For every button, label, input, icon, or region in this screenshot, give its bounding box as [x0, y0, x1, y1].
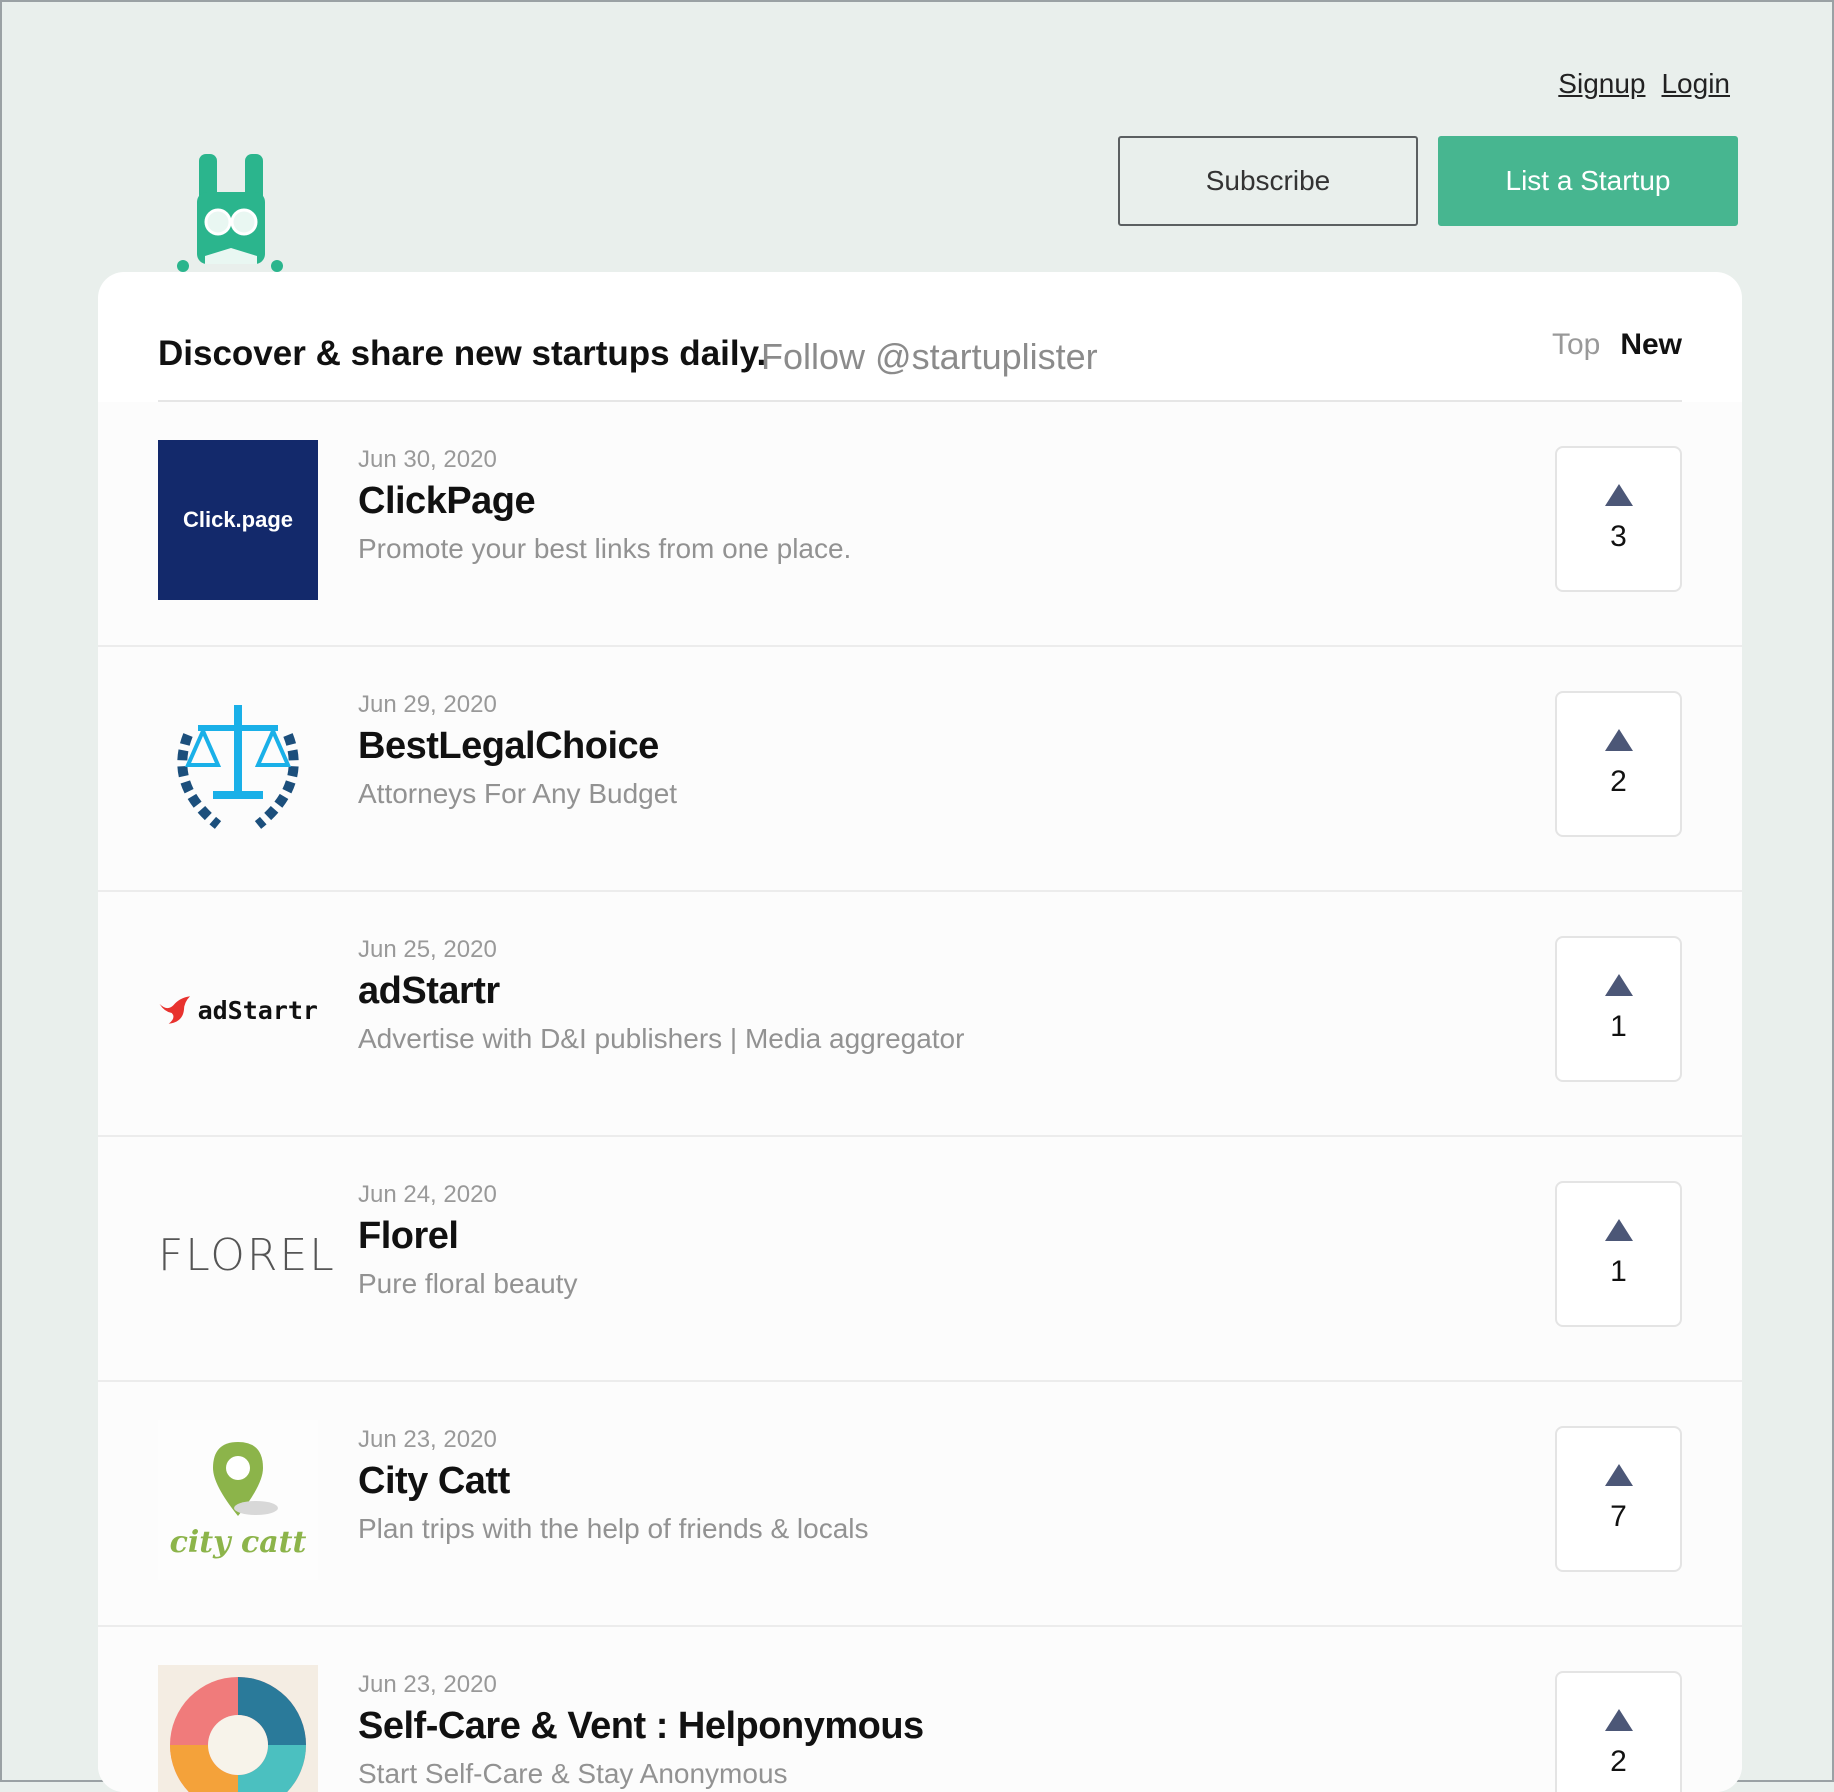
vote-count: 3: [1610, 520, 1627, 553]
vote-count: 1: [1610, 1010, 1627, 1043]
upvote-arrow-icon: [1604, 1709, 1633, 1731]
startup-name[interactable]: Self-Care & Vent : Helponymous: [358, 1705, 924, 1748]
post-date: Jun 29, 2020: [358, 691, 497, 718]
startup-name[interactable]: Florel: [358, 1215, 459, 1258]
upvote-arrow-icon: [1604, 1464, 1633, 1486]
rabbit-mascot-icon[interactable]: [175, 152, 285, 272]
upvote-button[interactable]: 1: [1555, 1181, 1682, 1327]
startup-row[interactable]: Click.page Jun 30, 2020 ClickPage Promot…: [98, 402, 1742, 647]
adstartr-logo: adStartr: [158, 930, 318, 1090]
florel-logo: FLOREL: [158, 1175, 334, 1335]
tab-new[interactable]: New: [1620, 328, 1682, 362]
follow-link[interactable]: Follow @startuplister: [761, 336, 1098, 378]
startup-description: Plan trips with the help of friends & lo…: [358, 1513, 869, 1544]
startup-row[interactable]: city catt Jun 23, 2020 City Catt Plan tr…: [98, 1382, 1742, 1627]
post-date: Jun 24, 2020: [358, 1181, 497, 1208]
lifebuoy-logo: [158, 1665, 318, 1792]
city-catt-logo: city catt: [158, 1420, 318, 1580]
startup-row[interactable]: adStartr Jun 25, 2020 adStartr Advertise…: [98, 892, 1742, 1137]
scales-logo: [177, 705, 299, 829]
startup-name[interactable]: City Catt: [358, 1460, 510, 1503]
startup-name[interactable]: adStartr: [358, 970, 500, 1013]
startup-description: Advertise with D&I publishers | Media ag…: [358, 1023, 965, 1054]
upvote-arrow-icon: [1604, 1219, 1633, 1241]
signup-link[interactable]: Signup: [1558, 68, 1645, 100]
upvote-button[interactable]: 7: [1555, 1426, 1682, 1572]
list-startup-button[interactable]: List a Startup: [1438, 136, 1738, 226]
bird-icon: [159, 996, 191, 1024]
upvote-arrow-icon: [1604, 484, 1633, 506]
adstartr-logo-text: adStartr: [197, 995, 318, 1025]
sort-tabs: Top New: [1552, 328, 1682, 362]
post-date: Jun 23, 2020: [358, 1426, 497, 1453]
post-date: Jun 30, 2020: [358, 446, 497, 473]
startup-description: Attorneys For Any Budget: [358, 778, 678, 809]
upvote-button[interactable]: 3: [1555, 446, 1682, 592]
auth-links: Signup Login: [1558, 68, 1730, 100]
tagline: Discover & share new startups daily.: [158, 334, 767, 373]
vote-count: 1: [1610, 1255, 1627, 1288]
startup-row[interactable]: Jun 23, 2020 Self-Care & Vent : Helponym…: [98, 1627, 1742, 1792]
upvote-button[interactable]: 2: [1555, 691, 1682, 837]
login-link[interactable]: Login: [1661, 68, 1730, 100]
vote-count: 2: [1610, 765, 1627, 798]
tab-top[interactable]: Top: [1552, 328, 1600, 362]
click-page-logo: Click.page: [158, 440, 318, 600]
upvote-arrow-icon: [1604, 729, 1633, 751]
upvote-button[interactable]: 1: [1555, 936, 1682, 1082]
post-date: Jun 25, 2020: [358, 936, 497, 963]
click-page-logo-text: Click.page: [182, 507, 294, 532]
vote-count: 7: [1610, 1500, 1627, 1533]
city-catt-logo-text: city catt: [170, 1525, 307, 1560]
upvote-button[interactable]: 2: [1555, 1671, 1682, 1792]
startup-name[interactable]: BestLegalChoice: [358, 725, 659, 768]
startup-description: Start Self-Care & Stay Anonymous: [358, 1758, 788, 1789]
subscribe-button[interactable]: Subscribe: [1118, 136, 1418, 226]
startup-description: Pure floral beauty: [358, 1268, 578, 1299]
vote-count: 2: [1610, 1745, 1627, 1778]
post-date: Jun 23, 2020: [358, 1671, 497, 1698]
startup-row[interactable]: Jun 29, 2020 BestLegalChoice Attorneys F…: [98, 647, 1742, 892]
feed-header: Discover & share new startups daily. Fol…: [158, 272, 1682, 402]
startup-name[interactable]: ClickPage: [358, 480, 536, 523]
upvote-arrow-icon: [1604, 974, 1633, 996]
florel-logo-text: FLOREL: [158, 1229, 336, 1281]
header-actions: Subscribe List a Startup: [1118, 136, 1738, 226]
startup-description: Promote your best links from one place.: [358, 533, 852, 564]
startup-row[interactable]: FLOREL Jun 24, 2020 Florel Pure floral b…: [98, 1137, 1742, 1382]
startup-feed-card: Discover & share new startups daily. Fol…: [98, 272, 1742, 1792]
